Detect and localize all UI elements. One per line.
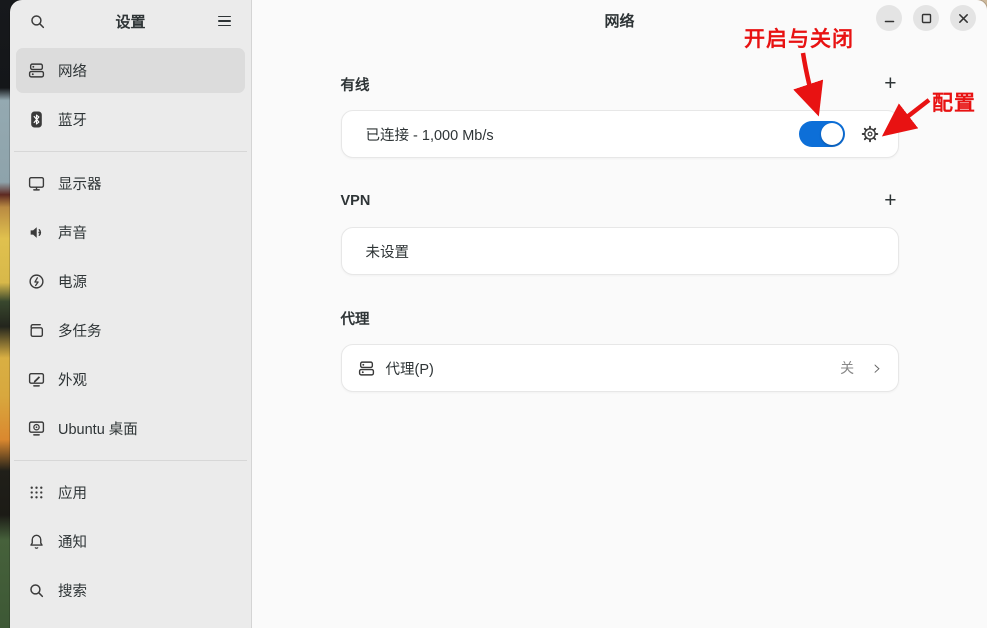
sidebar-nav: 网络 蓝牙 显示器 声音 电源 多任务 xyxy=(10,42,251,617)
sidebar-item-apps[interactable]: 应用 xyxy=(16,470,245,515)
sidebar-item-label: 外观 xyxy=(58,369,87,390)
sidebar-item-multitasking[interactable]: 多任务 xyxy=(16,308,245,353)
minimize-icon xyxy=(884,13,895,24)
sidebar-item-power[interactable]: 电源 xyxy=(16,259,245,304)
sidebar-item-displays[interactable]: 显示器 xyxy=(16,161,245,206)
sidebar-item-ubuntu-desktop[interactable]: Ubuntu 桌面 xyxy=(16,406,245,451)
proxy-row[interactable]: 代理(P) 关 › xyxy=(341,344,899,392)
add-wired-connection-button[interactable]: + xyxy=(882,75,898,93)
sidebar-item-label: 应用 xyxy=(58,482,87,503)
sidebar-headerbar: 设置 xyxy=(10,0,251,42)
sidebar-item-label: 搜索 xyxy=(58,580,87,601)
vpn-section-header: VPN + xyxy=(341,192,899,210)
wired-toggle[interactable] xyxy=(799,121,845,147)
gear-icon xyxy=(860,124,880,144)
wired-status-label: 已连接 - 1,000 Mb/s xyxy=(366,124,799,145)
main-menu-button[interactable] xyxy=(209,6,239,36)
vpn-status-label: 未设置 xyxy=(366,241,882,262)
chevron-right-icon[interactable]: › xyxy=(873,358,881,379)
sidebar-item-notifications[interactable]: 通知 xyxy=(16,519,245,564)
sidebar-item-bluetooth[interactable]: 蓝牙 xyxy=(16,97,245,142)
main-headerbar: 网络 xyxy=(252,0,987,46)
sidebar-item-label: 多任务 xyxy=(58,320,102,341)
close-icon xyxy=(958,13,969,24)
sidebar-item-label: 声音 xyxy=(58,222,87,243)
proxy-section-header: 代理 xyxy=(341,309,899,327)
hamburger-icon xyxy=(218,16,231,18)
search-button[interactable] xyxy=(22,6,52,36)
add-vpn-button[interactable]: + xyxy=(882,192,898,210)
wired-settings-button[interactable] xyxy=(858,122,882,146)
sidebar-item-label: 通知 xyxy=(58,531,87,552)
appearance-icon xyxy=(28,371,45,388)
wired-section-title: 有线 xyxy=(341,74,370,95)
minimize-button[interactable] xyxy=(876,5,902,31)
toggle-knob xyxy=(821,123,843,145)
maximize-button[interactable] xyxy=(913,5,939,31)
search-icon xyxy=(29,13,46,30)
wired-connection-row[interactable]: 已连接 - 1,000 Mb/s xyxy=(341,110,899,158)
sidebar-item-label: Ubuntu 桌面 xyxy=(58,418,138,439)
sidebar-item-label: 网络 xyxy=(58,60,87,81)
sidebar: 设置 网络 蓝牙 显示器 声 xyxy=(10,0,252,628)
speaker-icon xyxy=(28,224,45,241)
search-icon xyxy=(28,582,45,599)
bell-icon xyxy=(28,533,45,550)
sidebar-divider xyxy=(14,151,247,152)
ubuntu-desktop-icon xyxy=(28,420,45,437)
sidebar-item-sound[interactable]: 声音 xyxy=(16,210,245,255)
vpn-row: 未设置 xyxy=(341,227,899,275)
sidebar-item-network[interactable]: 网络 xyxy=(16,48,245,93)
sidebar-divider xyxy=(14,460,247,461)
close-button[interactable] xyxy=(950,5,976,31)
sidebar-item-label: 电源 xyxy=(58,271,87,292)
proxy-state-value: 关 xyxy=(840,358,854,378)
sidebar-item-label: 显示器 xyxy=(58,173,102,194)
proxy-label: 代理(P) xyxy=(386,358,830,379)
proxy-section-title: 代理 xyxy=(341,308,370,329)
network-settings-content: 有线 + 已连接 - 1,000 Mb/s VPN + 未设置 代理 xyxy=(341,46,899,392)
network-wired-icon xyxy=(28,62,45,79)
apps-grid-icon xyxy=(28,484,45,501)
power-icon xyxy=(28,273,45,290)
multitasking-icon xyxy=(28,322,45,339)
wired-section-header: 有线 + xyxy=(341,75,899,93)
sidebar-item-appearance[interactable]: 外观 xyxy=(16,357,245,402)
vpn-section-title: VPN xyxy=(341,193,371,209)
settings-window: 设置 网络 蓝牙 显示器 声 xyxy=(10,0,987,628)
window-controls xyxy=(876,5,976,31)
sidebar-item-label: 蓝牙 xyxy=(58,109,87,130)
sidebar-item-search[interactable]: 搜索 xyxy=(16,568,245,613)
main-panel: 网络 有线 + 已连接 - 1,000 Mb/s xyxy=(252,0,987,628)
maximize-icon xyxy=(921,13,932,24)
network-proxy-icon xyxy=(358,360,375,377)
bluetooth-icon xyxy=(28,111,45,128)
display-icon xyxy=(28,175,45,192)
